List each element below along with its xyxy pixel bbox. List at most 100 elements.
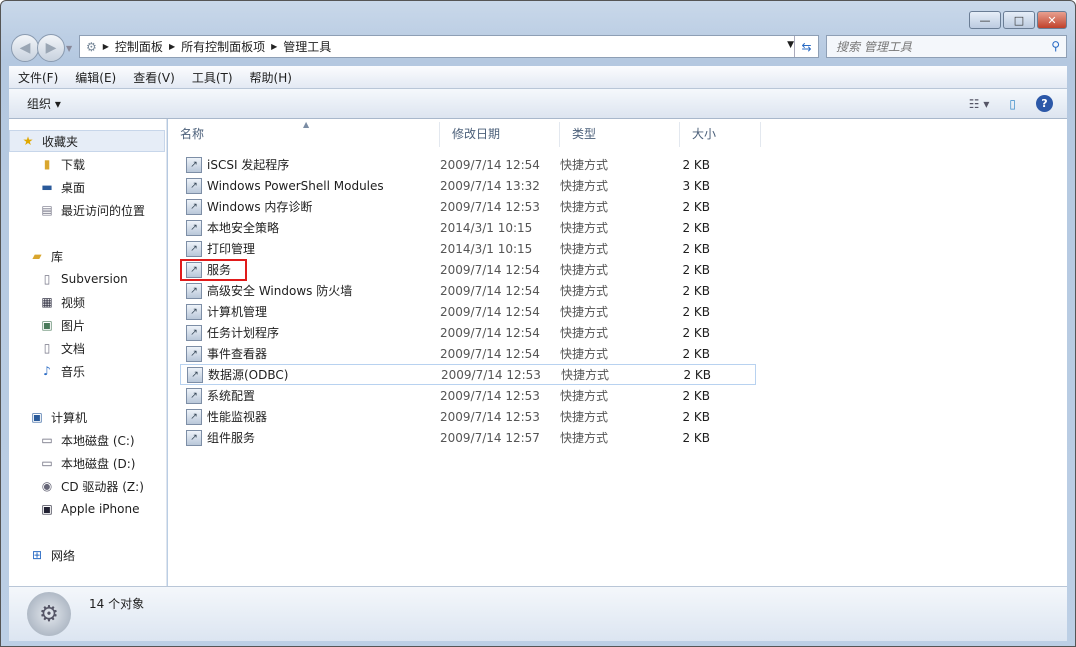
sidebar-item-iphone[interactable]: ▣Apple iPhone bbox=[39, 498, 139, 520]
column-name[interactable]: 名称▲ bbox=[168, 122, 440, 147]
sidebar-item-drive-c[interactable]: ▭本地磁盘 (C:) bbox=[39, 429, 135, 451]
file-row[interactable]: ↗服务 2009/7/14 12:54 快捷方式 2 KB bbox=[180, 259, 756, 280]
file-row[interactable]: ↗Windows PowerShell Modules 2009/7/14 13… bbox=[180, 175, 756, 196]
libraries-icon: ▰ bbox=[29, 249, 45, 263]
file-name: 高级安全 Windows 防火墙 bbox=[207, 282, 352, 299]
file-size: 3 KB bbox=[650, 179, 710, 193]
maximize-button[interactable]: □ bbox=[1003, 11, 1035, 29]
recent-places-icon: ▤ bbox=[39, 203, 55, 217]
music-icon: ♪ bbox=[39, 364, 55, 378]
file-name: 系统配置 bbox=[207, 387, 255, 404]
sidebar-label: 库 bbox=[51, 248, 63, 265]
column-date[interactable]: 修改日期 bbox=[440, 122, 560, 147]
refresh-button[interactable]: ⇆ bbox=[794, 36, 818, 57]
sidebar-label: Subversion bbox=[61, 272, 128, 286]
sidebar-favorites[interactable]: ★收藏夹 bbox=[9, 130, 165, 152]
file-date: 2009/7/14 12:54 bbox=[440, 347, 560, 361]
file-type: 快捷方式 bbox=[560, 408, 650, 425]
sidebar-item-recent[interactable]: ▤最近访问的位置 bbox=[39, 199, 145, 221]
breadcrumb-control-panel[interactable]: 控制面板 bbox=[115, 38, 163, 55]
document-library-icon: ▯ bbox=[39, 272, 55, 286]
file-size: 2 KB bbox=[650, 221, 710, 235]
shortcut-icon: ↗ bbox=[186, 325, 202, 341]
file-row[interactable]: ↗高级安全 Windows 防火墙 2009/7/14 12:54 快捷方式 2… bbox=[180, 280, 756, 301]
cd-drive-icon: ◉ bbox=[39, 479, 55, 493]
file-row[interactable]: ↗Windows 内存诊断 2009/7/14 12:53 快捷方式 2 KB bbox=[180, 196, 756, 217]
search-icon[interactable]: ⚲ bbox=[1051, 39, 1060, 53]
file-size: 2 KB bbox=[651, 368, 711, 382]
shortcut-icon: ↗ bbox=[186, 283, 202, 299]
back-button[interactable]: ◀ bbox=[11, 34, 39, 62]
minimize-button[interactable]: — bbox=[969, 11, 1001, 29]
file-row[interactable]: ↗本地安全策略 2014/3/1 10:15 快捷方式 2 KB bbox=[180, 217, 756, 238]
navigation-pane: ★收藏夹 ▮下载 ▬桌面 ▤最近访问的位置 ▰库 ▯Subversion ▦视频… bbox=[9, 119, 167, 586]
close-button[interactable]: ✕ bbox=[1037, 11, 1067, 29]
file-row[interactable]: ↗iSCSI 发起程序 2009/7/14 12:54 快捷方式 2 KB bbox=[180, 154, 756, 175]
file-name: 事件查看器 bbox=[207, 345, 267, 362]
sidebar-item-subversion[interactable]: ▯ Subversion bbox=[39, 268, 128, 290]
file-size: 2 KB bbox=[650, 242, 710, 256]
file-name: 组件服务 bbox=[207, 429, 255, 446]
file-name: iSCSI 发起程序 bbox=[207, 156, 289, 173]
file-row[interactable]: ↗系统配置 2009/7/14 12:53 快捷方式 2 KB bbox=[180, 385, 756, 406]
file-row[interactable]: ↗事件查看器 2009/7/14 12:54 快捷方式 2 KB bbox=[180, 343, 756, 364]
address-dropdown-icon[interactable]: ▼ bbox=[787, 40, 794, 50]
sidebar-computer[interactable]: ▣计算机 bbox=[29, 406, 87, 428]
sidebar-label: 文档 bbox=[61, 340, 85, 357]
item-count: 14 个对象 bbox=[89, 595, 144, 612]
sidebar-item-cd-drive[interactable]: ◉CD 驱动器 (Z:) bbox=[39, 475, 144, 497]
file-type: 快捷方式 bbox=[560, 429, 650, 446]
recent-pages-dropdown[interactable]: ▼ bbox=[66, 44, 72, 53]
file-date: 2009/7/14 13:32 bbox=[440, 179, 560, 193]
sort-ascending-icon: ▲ bbox=[303, 113, 309, 137]
file-date: 2014/3/1 10:15 bbox=[440, 242, 560, 256]
shortcut-icon: ↗ bbox=[186, 430, 202, 446]
file-size: 2 KB bbox=[650, 263, 710, 277]
sidebar-item-pictures[interactable]: ▣图片 bbox=[39, 314, 85, 336]
sidebar-item-downloads[interactable]: ▮下载 bbox=[39, 153, 85, 175]
documents-icon: ▯ bbox=[39, 341, 55, 355]
file-date: 2009/7/14 12:53 bbox=[440, 200, 560, 214]
sidebar-libraries[interactable]: ▰库 bbox=[29, 245, 63, 267]
menu-tools[interactable]: 工具(T) bbox=[192, 69, 233, 86]
file-row[interactable]: ↗组件服务 2009/7/14 12:57 快捷方式 2 KB bbox=[180, 427, 756, 448]
forward-button[interactable]: ▶ bbox=[37, 34, 65, 62]
file-row[interactable]: ↗性能监视器 2009/7/14 12:53 快捷方式 2 KB bbox=[180, 406, 756, 427]
file-row[interactable]: ↗计算机管理 2009/7/14 12:54 快捷方式 2 KB bbox=[180, 301, 756, 322]
sidebar-item-documents[interactable]: ▯ 文档 bbox=[39, 337, 85, 359]
view-options-icon[interactable]: ☷ ▾ bbox=[969, 97, 990, 111]
menu-file[interactable]: 文件(F) bbox=[18, 69, 58, 86]
sidebar-item-drive-d[interactable]: ▭本地磁盘 (D:) bbox=[39, 452, 135, 474]
sidebar-label: 网络 bbox=[51, 547, 75, 564]
breadcrumb-all-items[interactable]: 所有控制面板项 bbox=[181, 38, 265, 55]
file-type: 快捷方式 bbox=[560, 261, 650, 278]
organize-button[interactable]: 组织 ▾ bbox=[27, 95, 61, 112]
sidebar-network[interactable]: ⊞网络 bbox=[29, 544, 75, 566]
file-date: 2009/7/14 12:53 bbox=[440, 389, 560, 403]
sidebar-label: 下载 bbox=[61, 156, 85, 173]
preview-pane-icon[interactable]: ▯ bbox=[1009, 97, 1016, 111]
sidebar-item-music[interactable]: ♪音乐 bbox=[39, 360, 85, 382]
column-type[interactable]: 类型 bbox=[560, 122, 680, 147]
file-row[interactable]: ↗数据源(ODBC) 2009/7/14 12:53 快捷方式 2 KB bbox=[180, 364, 756, 385]
file-date: 2009/7/14 12:54 bbox=[440, 158, 560, 172]
file-row[interactable]: ↗打印管理 2014/3/1 10:15 快捷方式 2 KB bbox=[180, 238, 756, 259]
file-size: 2 KB bbox=[650, 347, 710, 361]
help-icon[interactable]: ? bbox=[1036, 95, 1053, 112]
file-date: 2009/7/14 12:54 bbox=[440, 284, 560, 298]
sidebar-item-videos[interactable]: ▦视频 bbox=[39, 291, 85, 313]
column-size[interactable]: 大小 bbox=[680, 122, 761, 147]
menu-edit[interactable]: 编辑(E) bbox=[75, 69, 116, 86]
sidebar-item-desktop[interactable]: ▬桌面 bbox=[39, 176, 85, 198]
file-name: 计算机管理 bbox=[207, 303, 267, 320]
breadcrumb-admin-tools[interactable]: 管理工具 bbox=[283, 38, 331, 55]
menu-view[interactable]: 查看(V) bbox=[133, 69, 175, 86]
shortcut-icon: ↗ bbox=[186, 409, 202, 425]
file-row[interactable]: ↗任务计划程序 2009/7/14 12:54 快捷方式 2 KB bbox=[180, 322, 756, 343]
address-bar[interactable]: ⚙ ▶控制面板 ▶所有控制面板项 ▶管理工具 ▼ ⇆ bbox=[79, 35, 819, 58]
file-date: 2009/7/14 12:54 bbox=[440, 326, 560, 340]
sidebar-label: 本地磁盘 (D:) bbox=[61, 455, 135, 472]
search-input[interactable]: 搜索 管理工具 ⚲ bbox=[826, 35, 1067, 58]
menu-help[interactable]: 帮助(H) bbox=[250, 69, 292, 86]
file-name: 打印管理 bbox=[207, 240, 255, 257]
